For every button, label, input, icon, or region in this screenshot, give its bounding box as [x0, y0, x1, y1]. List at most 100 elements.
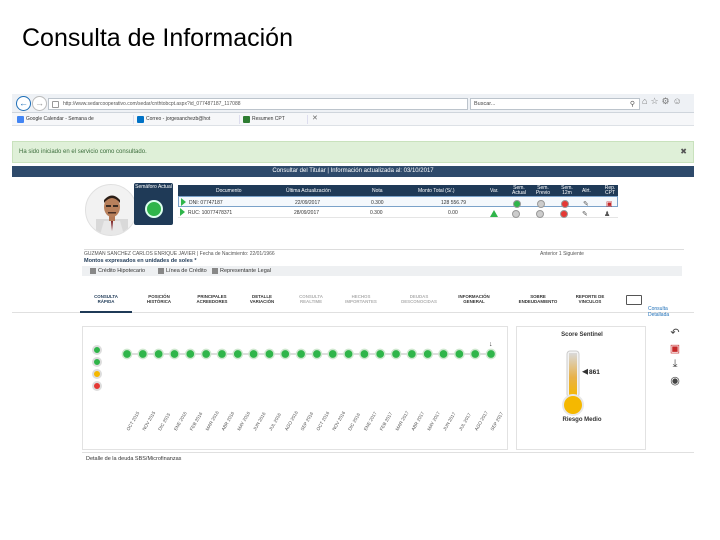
score-sentinel-panel: Score Sentinel 861 Riesgo Medio [516, 326, 646, 450]
x-tick-label: JUL 2017 [458, 412, 472, 432]
link-label: Crédito Hipotecario [98, 268, 146, 274]
data-point [438, 348, 449, 360]
x-tick-label: FEB 2016 [189, 411, 204, 432]
link-linea-credito[interactable]: Línea de Crédito [158, 266, 207, 276]
download-icon[interactable]: ⤓ [666, 358, 684, 371]
data-point [232, 348, 244, 360]
cell-monto: 0.00 [448, 210, 458, 216]
cell-fecha: 28/09/2017 [294, 210, 320, 216]
calendar-icon [17, 116, 24, 123]
tab-detalle-variacion[interactable]: DETALLE VARIACIÓN [236, 294, 288, 304]
favorite-item[interactable]: Resumen CPT [242, 115, 308, 124]
data-point [485, 348, 497, 360]
x-tick-label: ENE 2016 [173, 410, 188, 431]
favorites-bar: Google Calendar - Semana de Correo - jor… [12, 113, 694, 126]
pdf-export-icon[interactable]: ▣ [666, 342, 684, 355]
data-point [200, 348, 212, 360]
x-tick-label: JUN 2016 [252, 411, 267, 432]
x-tick-label: DIC 2015 [157, 412, 171, 432]
tab-consulta-rapida[interactable]: CONSULTA RÁPIDA [80, 294, 132, 304]
forward-icon[interactable]: → [32, 96, 47, 111]
expand-icon[interactable] [180, 208, 185, 216]
screenshot: ← → http://www.sedarcooperativo.com/seda… [12, 94, 694, 468]
back-icon[interactable]: ← [16, 96, 31, 111]
tab-consulta-realtime[interactable]: CONSULTA REALTIME [285, 294, 337, 304]
address-bar[interactable]: http://www.sedarcooperativo.com/sedar/cn… [48, 98, 468, 110]
smiley-icon[interactable]: ☺ [673, 96, 685, 106]
tab-posicion-historica[interactable]: POSICIÓN HISTÓRICA [133, 294, 185, 304]
page-icon [52, 101, 59, 108]
tab-principales-acreedores[interactable]: PRINCIPALES ACREEDORES [186, 294, 238, 304]
back-arrow-icon[interactable]: ↶ [666, 326, 684, 339]
tab-informacion-general[interactable]: INFORMACIÓN GENERAL [448, 294, 500, 304]
semaforo-green-light [145, 200, 163, 218]
data-point [295, 348, 307, 360]
table-row[interactable]: RUC: 10077478371 28/09/2017 0.300 0.00 ✎… [178, 207, 618, 218]
help-icon[interactable]: ◉ [666, 374, 684, 387]
tab-bar: CONSULTA RÁPIDA POSICIÓN HISTÓRICA PRINC… [12, 290, 694, 318]
slide-title: Consulta de Información [22, 24, 293, 52]
x-tick-label: DIC 2016 [347, 412, 361, 432]
link-label: Línea de Crédito [166, 268, 207, 274]
data-point [311, 348, 323, 360]
col-nota: Nota [372, 188, 383, 194]
link-representante-legal[interactable]: Representante Legal [212, 266, 271, 276]
data-point [422, 348, 434, 360]
table-row[interactable]: DNI: 07747187 22/09/2017 0.300 128 556.7… [178, 196, 618, 208]
edit-icon[interactable]: ✎ [582, 210, 588, 218]
data-point [327, 348, 339, 360]
expand-icon[interactable] [181, 198, 186, 206]
x-tick-label: OCT 2016 [315, 410, 330, 431]
gear-icon[interactable]: ⚙ [662, 96, 673, 106]
close-icon[interactable]: ✖ [680, 142, 687, 162]
data-point [137, 348, 149, 360]
montos-note: Montos expresados en unidades de soles * [84, 258, 197, 264]
active-tab-indicator [80, 311, 132, 313]
notice-text: Ha sido iniciado en el servicio como con… [19, 149, 147, 155]
data-point [216, 348, 228, 360]
pagination[interactable]: Anterior 1 Siguiente [540, 250, 584, 258]
favorite-item[interactable]: Correo - jorgesanchezb@hot [136, 115, 240, 124]
cell-nota: 0.300 [371, 200, 384, 206]
tab-hechos-importantes[interactable]: HECHOS IMPORTANTES [335, 294, 387, 304]
consulta-detallada-label: Consulta Detallada [648, 306, 670, 318]
star-icon[interactable]: ☆ [650, 96, 661, 106]
cell-fecha: 22/09/2017 [295, 200, 321, 206]
tab-sobre-endeudamiento[interactable]: SOBRE ENDEUDAMIENTO [512, 294, 564, 304]
x-tick-label: MAR 2016 [205, 410, 220, 432]
home-loan-icon [90, 267, 96, 274]
credit-line-icon [158, 267, 164, 274]
favorite-item[interactable]: Google Calendar - Semana de [16, 115, 134, 124]
data-point [153, 348, 165, 360]
x-tick-label: ABR 2017 [410, 410, 425, 431]
x-tick-label: MAY 2017 [426, 410, 441, 431]
col-sem-12m: Sem. 12m [561, 185, 573, 196]
x-tick-label: NOV 2016 [331, 410, 346, 431]
semaforo-actual: Semáforo Actual [134, 183, 173, 225]
col-var: Var. [490, 188, 499, 194]
avatar-photo [96, 195, 128, 235]
sem-previo-dot [536, 210, 544, 218]
x-tick-label: OCT 2015 [126, 410, 141, 431]
close-tab-icon[interactable]: ✕ [312, 114, 318, 122]
consulta-detallada-link[interactable]: Consulta Detallada [626, 294, 669, 318]
semaforo-history-chart: OCT 2015 NOV 2015 DIC 2015 ENE 2016 FEB 2016… [82, 326, 508, 450]
thermometer-bulb [562, 394, 584, 416]
search-input[interactable]: Buscar... ⚲ [470, 98, 640, 110]
user-alert-icon[interactable]: ♟ [604, 210, 610, 218]
detalle-deuda-header: Detalle de la deuda SBS/Microfinanzas [82, 452, 694, 466]
cell-documento: RUC: 10077478371 [188, 210, 233, 216]
tab-deudas-desconocidas[interactable]: DEUDAS DESCONOCIDAS [393, 294, 445, 304]
link-credito-hipotecario[interactable]: Crédito Hipotecario [90, 266, 145, 276]
thermometer-fill [569, 353, 577, 397]
score-value: 861 [589, 369, 600, 376]
search-icon: ⚲ [629, 101, 635, 108]
x-tick-label: MAY 2016 [236, 410, 251, 431]
tab-reporte-vinculos[interactable]: REPORTE DE VINCULOS [564, 294, 616, 304]
data-point [279, 348, 291, 360]
score-thermometer: 861 [562, 350, 600, 416]
col-actualizacion: Última Actualización [286, 188, 331, 194]
data-point [406, 348, 418, 360]
cell-documento: DNI: 07747187 [189, 200, 223, 206]
search-placeholder: Buscar... [474, 101, 496, 107]
